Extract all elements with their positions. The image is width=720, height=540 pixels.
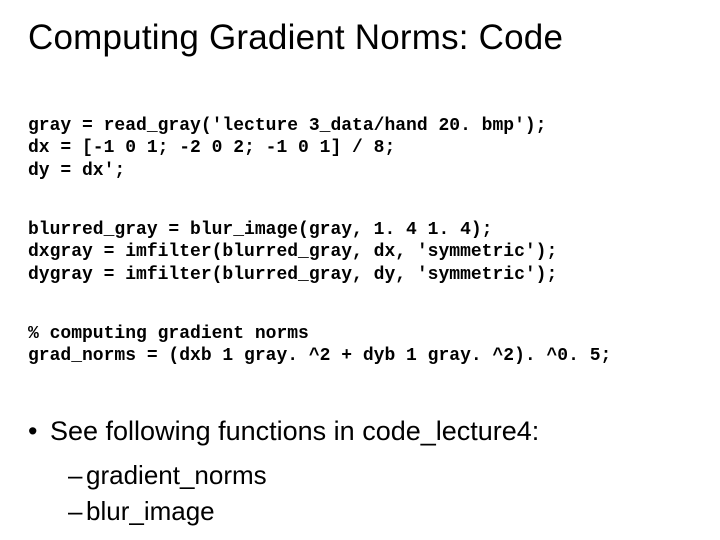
code-line: dxgray = imfilter(blurred_gray, dx, 'sym… xyxy=(28,242,557,262)
code-line: blurred_gray = blur_image(gray, 1. 4 1. … xyxy=(28,220,492,240)
sub-item-text: gradient_norms xyxy=(86,460,267,490)
slide-title: Computing Gradient Norms: Code xyxy=(28,18,692,58)
bullet-lead: • See following functions in code_lectur… xyxy=(28,412,692,451)
sub-list: –gradient_norms –blur_image xyxy=(68,457,692,530)
bullet-dot-icon: • xyxy=(28,412,50,451)
code-line: dy = dx'; xyxy=(28,161,125,181)
sub-item-text: blur_image xyxy=(86,496,215,526)
code-line: grad_norms = (dxb 1 gray. ^2 + dyb 1 gra… xyxy=(28,346,611,366)
code-line: dygray = imfilter(blurred_gray, dy, 'sym… xyxy=(28,265,557,285)
code-block: gray = read_gray('lecture 3_data/hand 20… xyxy=(28,92,692,368)
sub-item: –blur_image xyxy=(68,493,692,529)
code-line: gray = read_gray('lecture 3_data/hand 20… xyxy=(28,116,546,136)
bullet-lead-text: See following functions in code_lecture4… xyxy=(50,412,539,451)
code-line: dx = [-1 0 1; -2 0 2; -1 0 1] / 8; xyxy=(28,138,395,158)
bullet-section: • See following functions in code_lectur… xyxy=(28,412,692,530)
code-line: % computing gradient norms xyxy=(28,324,309,344)
sub-item: –gradient_norms xyxy=(68,457,692,493)
